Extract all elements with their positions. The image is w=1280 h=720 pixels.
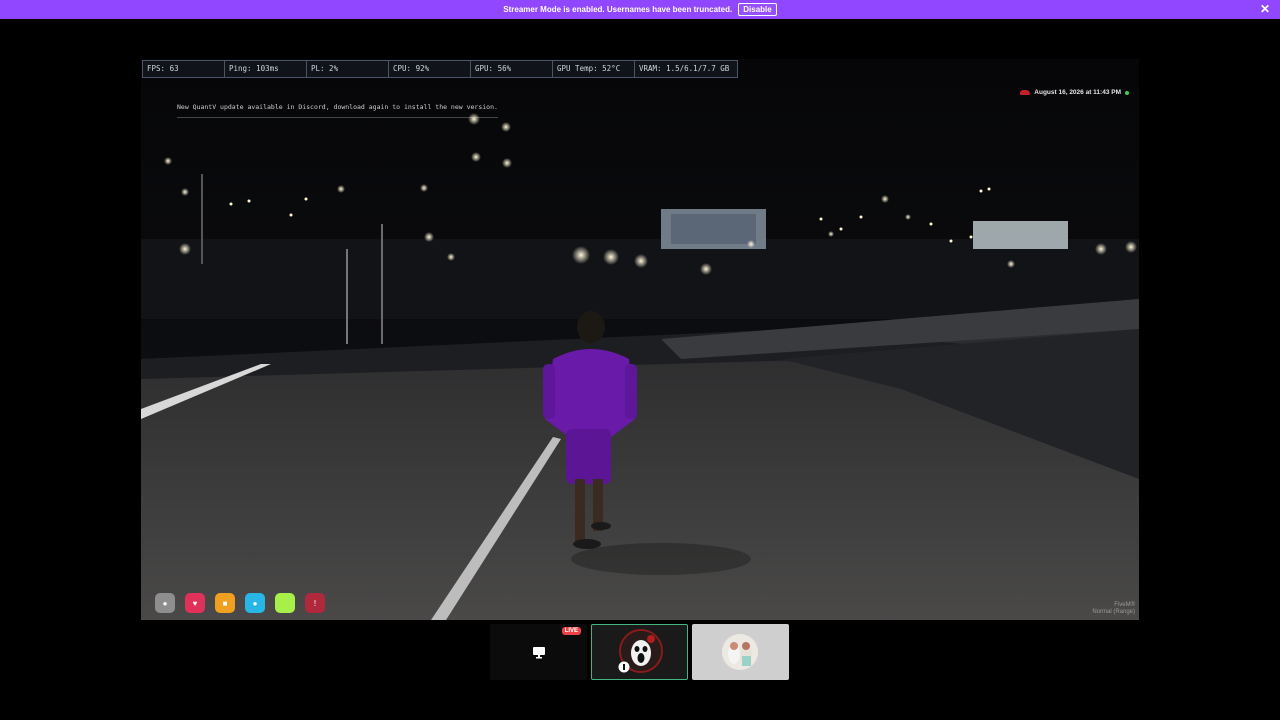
stress-icon: !	[305, 593, 325, 613]
screen-share-tile[interactable]: LIVE	[490, 624, 587, 680]
disable-button[interactable]: Disable	[738, 3, 777, 16]
stream-view[interactable]: FPS: 63 Ping: 103ms PL: 2% CPU: 92% GPU:…	[141, 59, 1139, 620]
fivem-watermark: FiveM® Normal (Range)	[1092, 602, 1135, 616]
date-time-badge: August 16, 2026 at 11:43 PM	[1020, 89, 1129, 96]
participant-tiles: LIVE	[490, 624, 789, 680]
performance-overlay: FPS: 63 Ping: 103ms PL: 2% CPU: 92% GPU:…	[142, 60, 738, 78]
heart-icon: ♥	[185, 593, 205, 613]
close-icon[interactable]: ✕	[1260, 2, 1270, 16]
car-icon	[1020, 90, 1031, 95]
food-icon: ■	[215, 593, 235, 613]
streamer-mode-banner: Streamer Mode is enabled. Usernames have…	[0, 0, 1280, 19]
vram-readout: VRAM: 1.5/6.1/7.7 GB	[639, 64, 730, 73]
voice-range-status: Normal (Range)	[1092, 609, 1135, 615]
live-badge: LIVE	[561, 627, 581, 635]
gpu-temp-readout: GPU Temp: 52°C	[553, 61, 635, 77]
deafened-icon	[618, 661, 630, 673]
microphone-icon: ●	[155, 593, 175, 613]
participant-tile-speaking[interactable]	[591, 624, 688, 680]
ping-readout: Ping: 103ms	[225, 61, 307, 77]
packet-loss-readout: PL: 2%	[307, 61, 389, 77]
water-icon: ●	[245, 593, 265, 613]
gpu-readout: GPU: 56%	[471, 61, 553, 77]
status-dot-icon	[1125, 90, 1129, 95]
avatar	[722, 634, 758, 670]
hud-status-icons: ● ♥ ■ ● !	[155, 593, 325, 613]
update-notice: New QuantV update available in Discord, …	[177, 103, 498, 118]
monitor-icon	[532, 647, 545, 659]
stamina-icon	[275, 593, 295, 613]
game-scene	[141, 59, 1139, 620]
cpu-readout: CPU: 92%	[389, 61, 471, 77]
fivem-label: FiveM®	[1114, 602, 1135, 608]
date-time-text: August 16, 2026 at 11:43 PM	[1034, 89, 1121, 96]
banner-message: Streamer Mode is enabled. Usernames have…	[503, 5, 733, 14]
fps-readout: FPS: 63	[143, 61, 225, 77]
participant-tile[interactable]	[692, 624, 789, 680]
